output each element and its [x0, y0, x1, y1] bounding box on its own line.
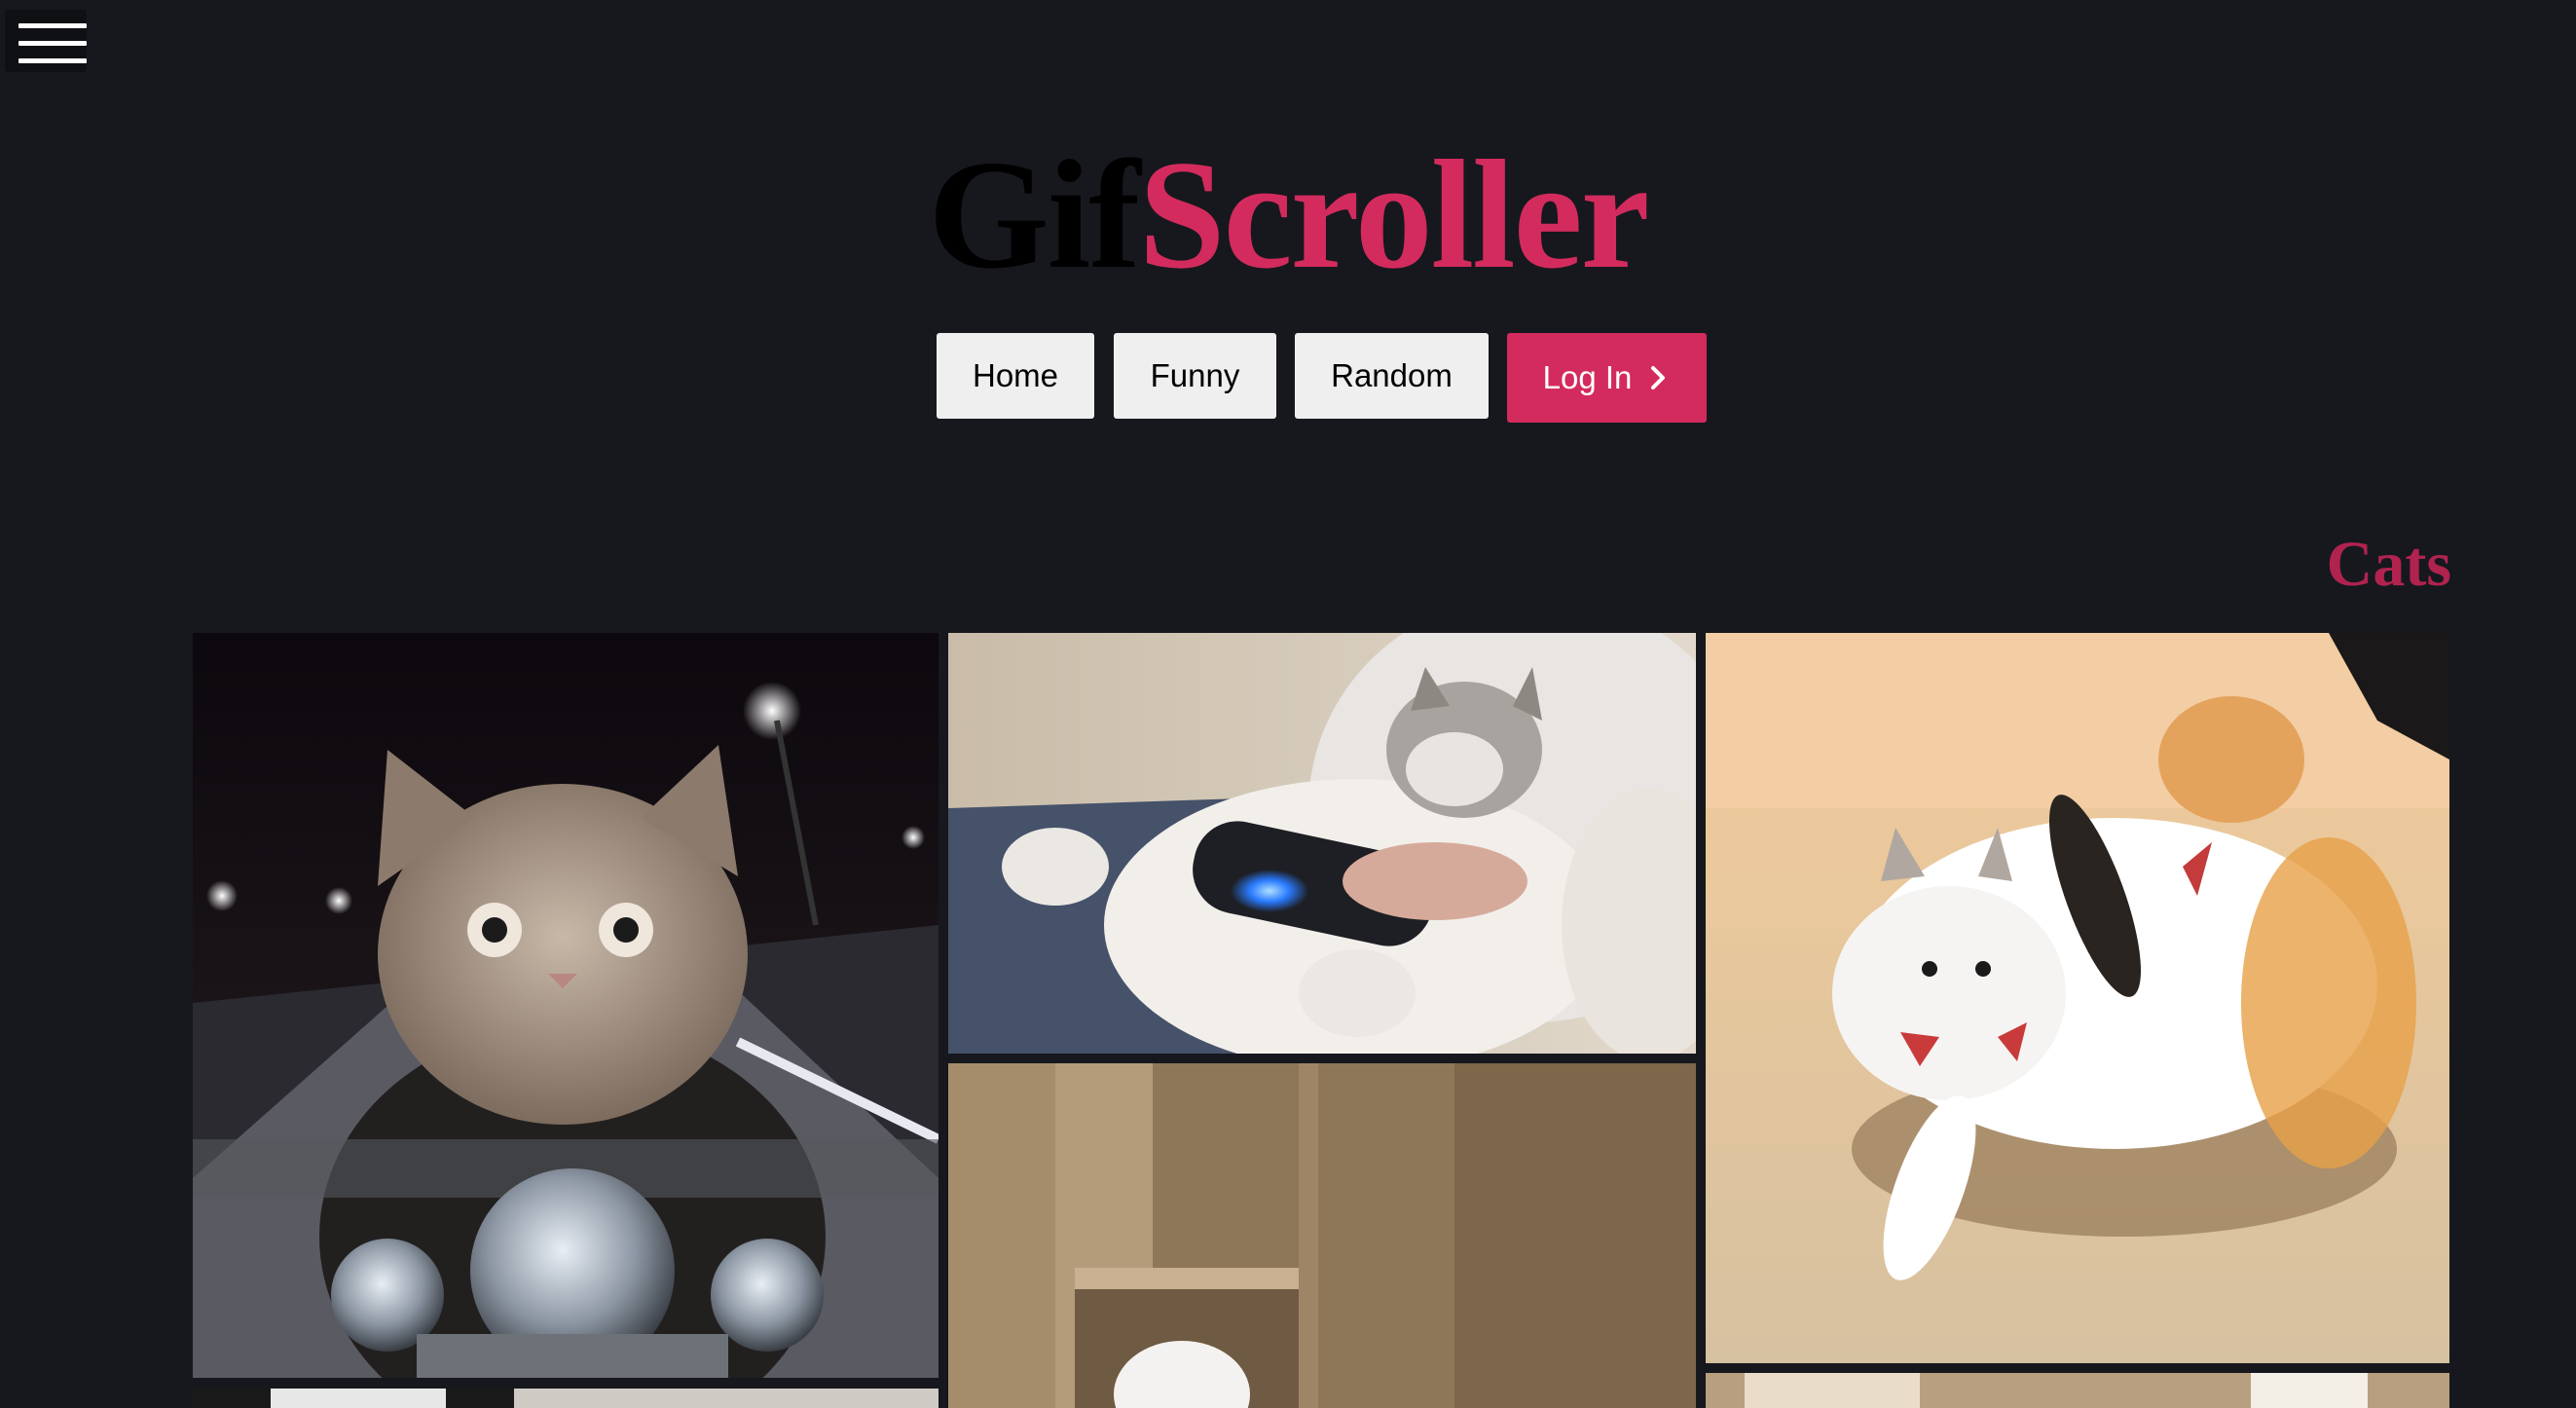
gif-cat-video-game-controller[interactable] — [948, 633, 1696, 1054]
hamburger-menu-icon[interactable] — [5, 10, 87, 72]
gif-cat-motorcycle[interactable] — [193, 633, 938, 1378]
random-button[interactable]: Random — [1295, 333, 1489, 419]
logo-scroller-text: Scroller — [1138, 128, 1650, 301]
site-logo[interactable]: GifScroller — [0, 136, 2576, 292]
page: GifScroller Home Funny Random Log In Cat… — [0, 0, 2576, 1408]
gif-bottom-left[interactable] — [193, 1389, 938, 1408]
gif-bottom-right[interactable] — [1706, 1373, 2449, 1408]
login-button[interactable]: Log In — [1507, 333, 1707, 423]
gif-cats-playing[interactable] — [1706, 633, 2449, 1363]
home-button[interactable]: Home — [937, 333, 1094, 419]
section-title: Cats — [2326, 529, 2451, 600]
logo-gif-text: Gif — [928, 128, 1140, 301]
login-label: Log In — [1542, 359, 1633, 395]
gif-cat-cardboard-box[interactable] — [948, 1063, 1696, 1408]
funny-button[interactable]: Funny — [1114, 333, 1276, 419]
chevron-right-icon — [1651, 366, 1666, 389]
